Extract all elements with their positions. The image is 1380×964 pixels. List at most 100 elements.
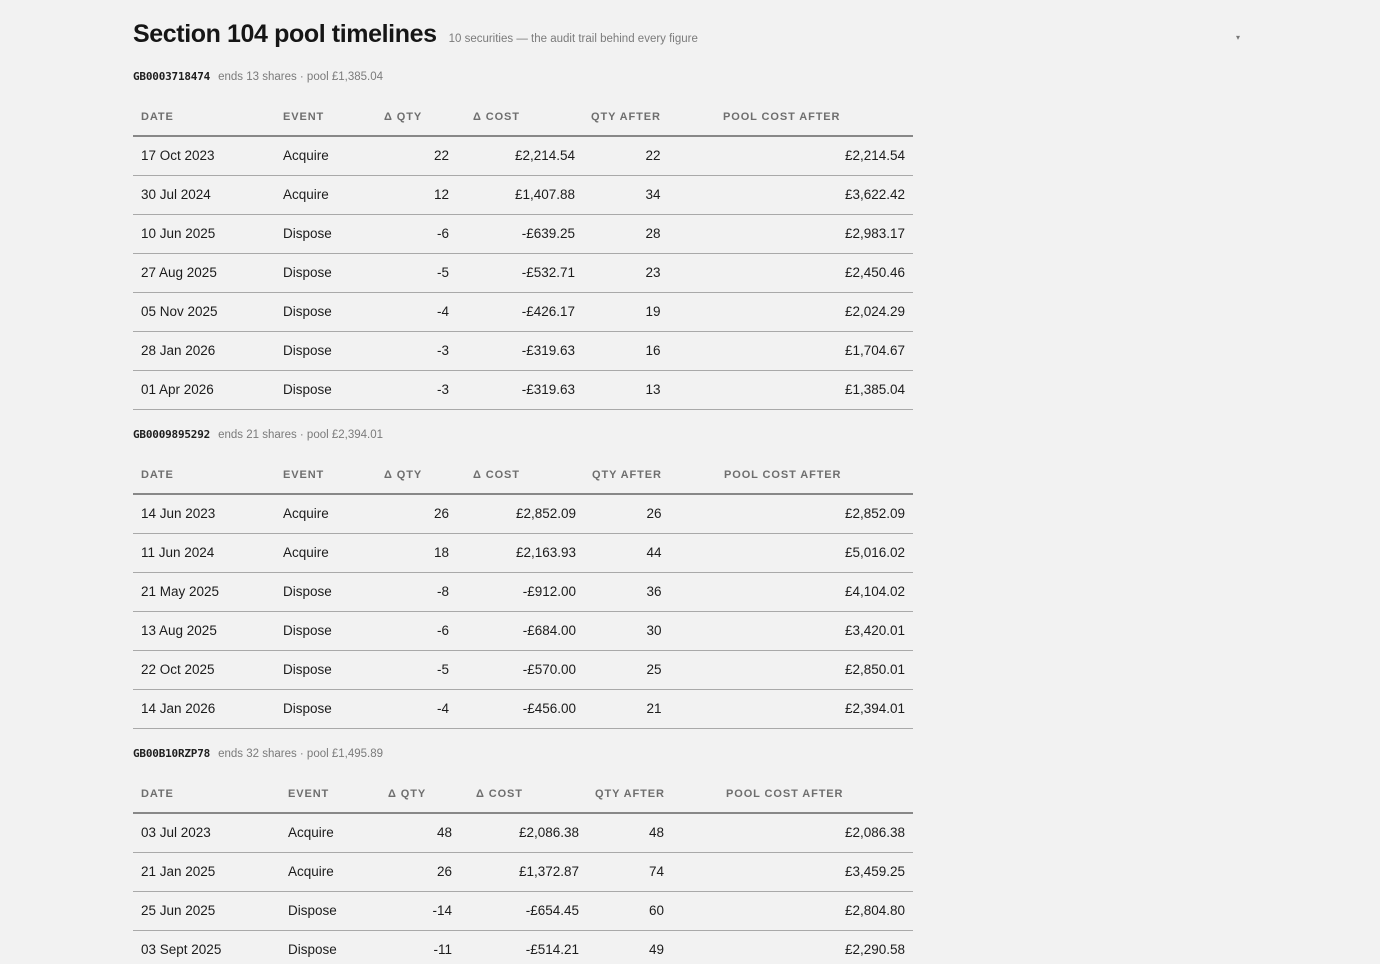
table-header-row: DATE EVENT Δ QTY Δ COST QTY AFTER POOL C… — [133, 98, 913, 137]
table-row[interactable]: 01 Apr 2026 Dispose -3 -£319.63 13 £1,385.04 — [133, 370, 913, 410]
table-row[interactable]: 28 Jan 2026 Dispose -3 -£319.63 16 £1,704.67 — [133, 331, 913, 371]
cell-delta-cost: -£654.45 — [460, 891, 587, 931]
cell-pool-cost-after: £2,214.54 — [715, 136, 913, 176]
security-isin: GB0009895292 — [133, 428, 211, 441]
column-header-pool-cost-after[interactable]: POOL COST AFTER — [715, 98, 913, 137]
cell-delta-qty: -6 — [376, 214, 457, 254]
table-row[interactable]: 21 May 2025 Dispose -8 -£912.00 36 £4,104.02 — [133, 572, 913, 612]
cell-date: 17 Oct 2023 — [133, 136, 275, 176]
table-row[interactable]: 03 Jul 2023 Acquire 48 £2,086.38 48 £2,086.38 — [133, 813, 913, 853]
cell-pool-cost-after: £1,385.04 — [715, 370, 913, 410]
cell-event: Dispose — [280, 930, 380, 964]
cell-event: Dispose — [275, 253, 376, 293]
cell-pool-cost-after: £3,420.01 — [716, 611, 913, 651]
collapse-toggle-icon[interactable]: ▾ — [1233, 33, 1243, 43]
cell-qty-after: 23 — [583, 253, 715, 293]
cell-event: Acquire — [275, 175, 376, 215]
cell-event: Dispose — [275, 650, 376, 690]
cell-pool-cost-after: £5,016.02 — [716, 533, 913, 573]
page-header: Section 104 pool timelines 10 securities… — [133, 20, 698, 49]
pool-timelines-page: Section 104 pool timelines 10 securities… — [0, 0, 1380, 964]
cell-delta-qty: -5 — [376, 253, 457, 293]
table-row[interactable]: 14 Jan 2026 Dispose -4 -£456.00 21 £2,394.01 — [133, 689, 913, 729]
column-header-date[interactable]: DATE — [133, 98, 275, 137]
cell-date: 05 Nov 2025 — [133, 292, 275, 332]
table-row[interactable]: 14 Jun 2023 Acquire 26 £2,852.09 26 £2,852.09 — [133, 494, 913, 534]
column-header-event[interactable]: EVENT — [280, 775, 380, 814]
cell-event: Dispose — [275, 292, 376, 332]
cell-delta-qty: -5 — [376, 650, 457, 690]
cell-date: 14 Jun 2023 — [133, 494, 275, 534]
security-header: GB0003718474 ends 13 shares · pool £1,38… — [133, 70, 913, 84]
table-row[interactable]: 27 Aug 2025 Dispose -5 -£532.71 23 £2,450.46 — [133, 253, 913, 293]
cell-event: Dispose — [275, 214, 376, 254]
column-header-delta-qty[interactable]: Δ QTY — [376, 456, 457, 495]
security-isin: GB0003718474 — [133, 70, 211, 83]
cell-delta-qty: 26 — [376, 494, 457, 534]
column-header-qty-after[interactable]: QTY AFTER — [583, 98, 715, 137]
cell-qty-after: 34 — [583, 175, 715, 215]
cell-qty-after: 16 — [583, 331, 715, 371]
column-header-qty-after[interactable]: QTY AFTER — [587, 775, 718, 814]
cell-delta-qty: -11 — [380, 930, 460, 964]
cell-qty-after: 60 — [587, 891, 718, 931]
table-row[interactable]: 17 Oct 2023 Acquire 22 £2,214.54 22 £2,214.54 — [133, 136, 913, 176]
cell-qty-after: 44 — [584, 533, 716, 573]
table-row[interactable]: 22 Oct 2025 Dispose -5 -£570.00 25 £2,850.01 — [133, 650, 913, 690]
column-header-delta-qty[interactable]: Δ QTY — [380, 775, 460, 814]
cell-qty-after: 13 — [583, 370, 715, 410]
security-section: GB0003718474 ends 13 shares · pool £1,38… — [133, 70, 913, 410]
cell-pool-cost-after: £2,450.46 — [715, 253, 913, 293]
cell-qty-after: 48 — [587, 813, 718, 853]
page-subtitle: 10 securities — the audit trail behind e… — [448, 33, 698, 45]
table-row[interactable]: 10 Jun 2025 Dispose -6 -£639.25 28 £2,983.17 — [133, 214, 913, 254]
cell-delta-cost: £1,407.88 — [457, 175, 583, 215]
table-row[interactable]: 05 Nov 2025 Dispose -4 -£426.17 19 £2,024.29 — [133, 292, 913, 332]
cell-delta-cost: -£570.00 — [457, 650, 584, 690]
cell-date: 25 Jun 2025 — [133, 891, 280, 931]
column-header-date[interactable]: DATE — [133, 456, 275, 495]
cell-pool-cost-after: £2,850.01 — [716, 650, 913, 690]
column-header-delta-qty[interactable]: Δ QTY — [376, 98, 457, 137]
column-header-pool-cost-after[interactable]: POOL COST AFTER — [716, 456, 913, 495]
cell-qty-after: 26 — [584, 494, 716, 534]
table-row[interactable]: 30 Jul 2024 Acquire 12 £1,407.88 34 £3,622.42 — [133, 175, 913, 215]
table-row[interactable]: 21 Jan 2025 Acquire 26 £1,372.87 74 £3,459.25 — [133, 852, 913, 892]
cell-delta-cost: -£639.25 — [457, 214, 583, 254]
cell-event: Dispose — [280, 891, 380, 931]
column-header-pool-cost-after[interactable]: POOL COST AFTER — [718, 775, 913, 814]
table-row[interactable]: 25 Jun 2025 Dispose -14 -£654.45 60 £2,804.80 — [133, 891, 913, 931]
cell-delta-qty: -4 — [376, 292, 457, 332]
cell-date: 03 Sept 2025 — [133, 930, 280, 964]
pool-timeline-table: DATE EVENT Δ QTY Δ COST QTY AFTER POOL C… — [133, 98, 913, 410]
column-header-date[interactable]: DATE — [133, 775, 280, 814]
table-row[interactable]: 03 Sept 2025 Dispose -11 -£514.21 49 £2,290.5… — [133, 930, 913, 964]
column-header-delta-cost[interactable]: Δ COST — [457, 456, 584, 495]
cell-delta-cost: £2,086.38 — [460, 813, 587, 853]
cell-delta-qty: -6 — [376, 611, 457, 651]
column-header-event[interactable]: EVENT — [275, 456, 376, 495]
cell-date: 30 Jul 2024 — [133, 175, 275, 215]
cell-qty-after: 30 — [584, 611, 716, 651]
table-row[interactable]: 13 Aug 2025 Dispose -6 -£684.00 30 £3,420.01 — [133, 611, 913, 651]
column-header-qty-after[interactable]: QTY AFTER — [584, 456, 716, 495]
cell-date: 03 Jul 2023 — [133, 813, 280, 853]
cell-delta-qty: 26 — [380, 852, 460, 892]
column-header-delta-cost[interactable]: Δ COST — [460, 775, 587, 814]
cell-date: 14 Jan 2026 — [133, 689, 275, 729]
cell-delta-cost: £1,372.87 — [460, 852, 587, 892]
pool-timeline-table: DATE EVENT Δ QTY Δ COST QTY AFTER POOL C… — [133, 456, 913, 729]
cell-pool-cost-after: £2,290.58 — [718, 930, 913, 964]
cell-delta-qty: 12 — [376, 175, 457, 215]
column-header-event[interactable]: EVENT — [275, 98, 376, 137]
cell-date: 11 Jun 2024 — [133, 533, 275, 573]
security-header: GB0009895292 ends 21 shares · pool £2,39… — [133, 428, 913, 442]
table-row[interactable]: 11 Jun 2024 Acquire 18 £2,163.93 44 £5,016.02 — [133, 533, 913, 573]
cell-qty-after: 74 — [587, 852, 718, 892]
cell-date: 21 Jan 2025 — [133, 852, 280, 892]
table-header-row: DATE EVENT Δ QTY Δ COST QTY AFTER POOL C… — [133, 775, 913, 814]
table-header-row: DATE EVENT Δ QTY Δ COST QTY AFTER POOL C… — [133, 456, 913, 495]
cell-event: Acquire — [275, 494, 376, 534]
column-header-delta-cost[interactable]: Δ COST — [457, 98, 583, 137]
security-isin: GB00B10RZP78 — [133, 747, 211, 760]
